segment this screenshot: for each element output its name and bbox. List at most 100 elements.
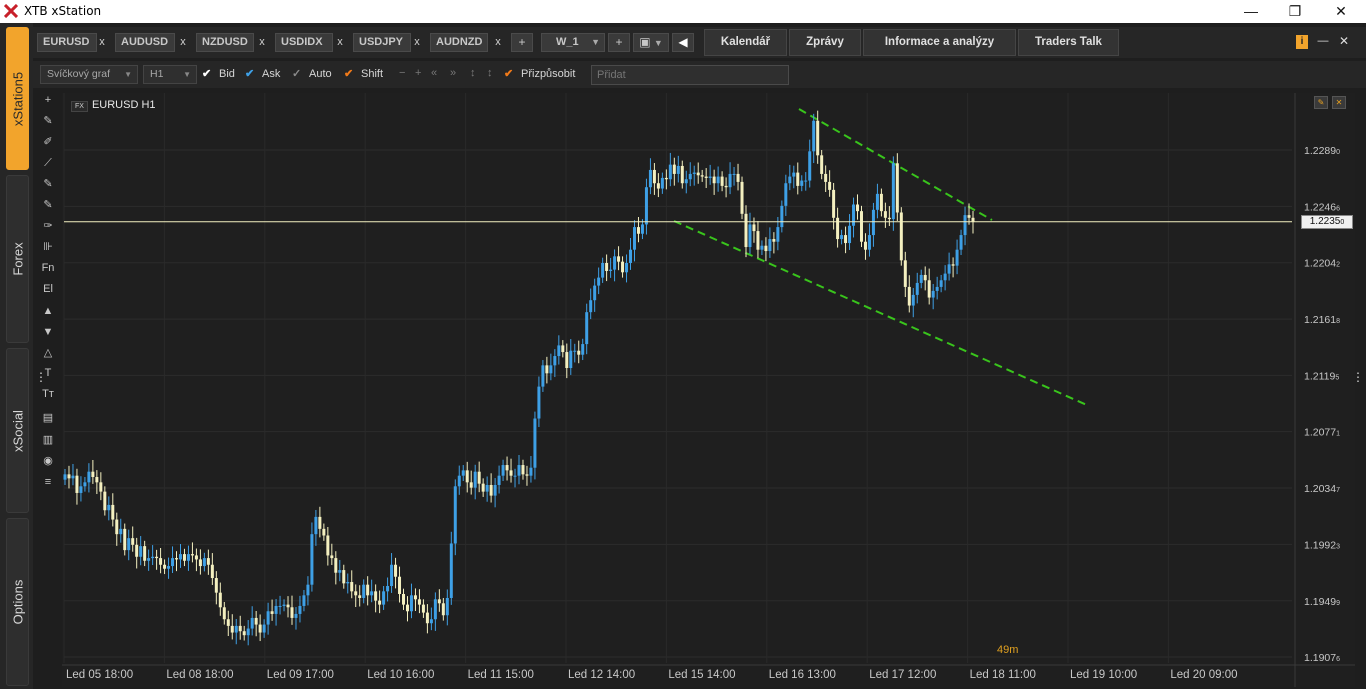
crosshair-icon[interactable]: + <box>37 91 59 109</box>
info-icon[interactable]: i <box>1296 35 1308 49</box>
layout-select[interactable]: ▣ ▼ <box>633 33 669 52</box>
close-window-button[interactable]: ✕ <box>1318 0 1364 23</box>
scroll-right-icon[interactable]: » <box>450 67 456 79</box>
trendline-icon[interactable]: ⟋ <box>37 154 59 172</box>
add-indicator-input[interactable] <box>591 65 789 85</box>
candle-body <box>270 611 274 614</box>
ask-checkbox[interactable]: ✔ Ask <box>245 67 280 82</box>
fit-checkbox[interactable]: ✔ Přizpůsobit <box>504 67 575 82</box>
symbol-tab-eurusd[interactable]: EURUSD <box>37 33 97 52</box>
ruler-icon[interactable]: ✎ <box>37 112 59 130</box>
candle-body <box>322 528 326 536</box>
candle-body <box>298 605 302 614</box>
minimize-panel-button[interactable]: — <box>1316 35 1330 49</box>
close-panel-button[interactable]: ✕ <box>1337 34 1351 48</box>
zoom-in-icon[interactable]: + <box>415 67 421 79</box>
rail-tab-options[interactable]: Options <box>6 518 29 686</box>
y-tick-main: 1.2161 <box>1304 314 1336 326</box>
candle-body <box>493 484 497 496</box>
close-tab-icon[interactable]: x <box>333 33 347 52</box>
candle-body <box>254 617 258 625</box>
expand-vertical-icon[interactable]: ↕ <box>470 67 476 79</box>
candle-body <box>286 604 290 608</box>
workspace-select[interactable]: W_1 ▼ <box>541 33 605 52</box>
candle-body <box>246 628 250 636</box>
candle-body <box>593 285 597 301</box>
zoom-out-icon[interactable]: − <box>399 67 405 79</box>
candle-body <box>780 205 784 228</box>
candle-body <box>449 543 453 598</box>
nav-informace-a-analyzy[interactable]: Informace a analýzy <box>863 29 1016 56</box>
candle-body <box>505 465 509 471</box>
elliott-icon[interactable]: El <box>37 280 59 298</box>
candle-body <box>417 599 421 605</box>
rail-tab-forex[interactable]: Forex <box>6 175 29 343</box>
nav-kalendar[interactable]: Kalendář <box>704 29 787 56</box>
camera-icon[interactable]: ◉ <box>37 452 59 470</box>
candle-body <box>461 470 465 476</box>
rail-tab-xstation5[interactable]: xStation5 <box>6 27 29 170</box>
volume-icon[interactable]: ⊪ <box>37 238 59 256</box>
candle-body <box>561 345 565 353</box>
close-tab-icon[interactable]: x <box>491 33 505 52</box>
arrow-down-icon[interactable]: ▼ <box>37 323 59 341</box>
chart-type-select[interactable]: Svíčkový graf ▼ <box>40 65 138 84</box>
candle-body <box>266 611 270 625</box>
candle-body <box>274 605 278 614</box>
bid-checkbox[interactable]: ✔ Bid <box>202 67 235 82</box>
symbol-tab-nzdusd[interactable]: NZDUSD <box>196 33 254 52</box>
candle-body <box>230 625 234 633</box>
restore-window-button[interactable]: ❐ <box>1272 0 1318 23</box>
close-tab-icon[interactable]: x <box>95 33 109 52</box>
candle-body <box>852 204 856 226</box>
symbol-tab-audnzd[interactable]: AUDNZD <box>430 33 488 52</box>
symbol-tab-audusd[interactable]: AUDUSD <box>115 33 175 52</box>
scroll-left-icon[interactable]: « <box>431 67 437 79</box>
back-arrow-button[interactable]: ◀ <box>672 33 694 52</box>
minimize-window-button[interactable]: — <box>1228 0 1274 23</box>
rail-tab-xsocial[interactable]: xSocial <box>6 348 29 513</box>
candle-body <box>704 176 708 178</box>
eraser-icon[interactable]: ✐ <box>37 133 59 151</box>
right-resize-handle[interactable]: ⋮ <box>1352 370 1364 386</box>
candle-body <box>151 556 155 559</box>
triangle-icon[interactable]: △ <box>37 344 59 362</box>
candle-body <box>836 217 840 240</box>
shift-checkbox[interactable]: ✔ Shift <box>344 67 383 82</box>
add-workspace-button[interactable]: + <box>608 33 630 52</box>
candle-body <box>159 558 163 565</box>
close-tab-icon[interactable]: x <box>255 33 269 52</box>
candle-body <box>692 172 696 174</box>
text-size-icon[interactable]: Tт <box>37 385 59 403</box>
pencil-icon[interactable]: ✎ <box>1314 96 1328 109</box>
bars-icon[interactable]: ▥ <box>37 431 59 449</box>
brush-icon[interactable]: ✎ <box>37 196 59 214</box>
add-tab-button[interactable]: + <box>511 33 533 52</box>
chart-panel[interactable]: 1.22890 1.22466 1.22042 1.21618 1.21195 1.207… <box>62 93 1355 687</box>
compress-vertical-icon[interactable]: ↕ <box>487 67 493 79</box>
symbol-tab-usdidx[interactable]: USDIDX <box>275 33 333 52</box>
candle-body <box>800 180 804 186</box>
list-icon[interactable]: ≡ <box>37 473 59 491</box>
function-icon[interactable]: Fn <box>37 259 59 277</box>
close-tab-icon[interactable]: x <box>176 33 190 52</box>
auto-checkbox[interactable]: ✓ Auto <box>292 67 332 82</box>
close-chart-icon[interactable]: ✕ <box>1332 96 1346 109</box>
symbol-tab-usdjpy[interactable]: USDJPY <box>353 33 411 52</box>
candle-body <box>413 595 417 600</box>
pen-icon[interactable]: ✎ <box>37 175 59 193</box>
nav-zpravy[interactable]: Zprávy <box>789 29 861 56</box>
candlestick-chart[interactable]: 1.228901.224661.220421.216181.211951.207… <box>62 93 1355 687</box>
nav-traders-talk[interactable]: Traders Talk <box>1018 29 1119 56</box>
y-tick-main: 1.2204 <box>1304 258 1336 270</box>
rail-tab-label: Forex <box>10 242 25 276</box>
layers-icon[interactable]: ▤ <box>37 409 59 427</box>
arrow-up-icon[interactable]: ▲ <box>37 302 59 320</box>
candle-body <box>290 607 294 618</box>
timeframe-select[interactable]: H1 ▼ <box>143 65 197 84</box>
left-resize-handle[interactable]: ⋮ <box>35 370 47 386</box>
candle-body <box>708 176 712 178</box>
y-tick-main: 1.1949 <box>1304 596 1336 608</box>
fork-icon[interactable]: ✑ <box>37 217 59 235</box>
close-tab-icon[interactable]: x <box>410 33 424 52</box>
